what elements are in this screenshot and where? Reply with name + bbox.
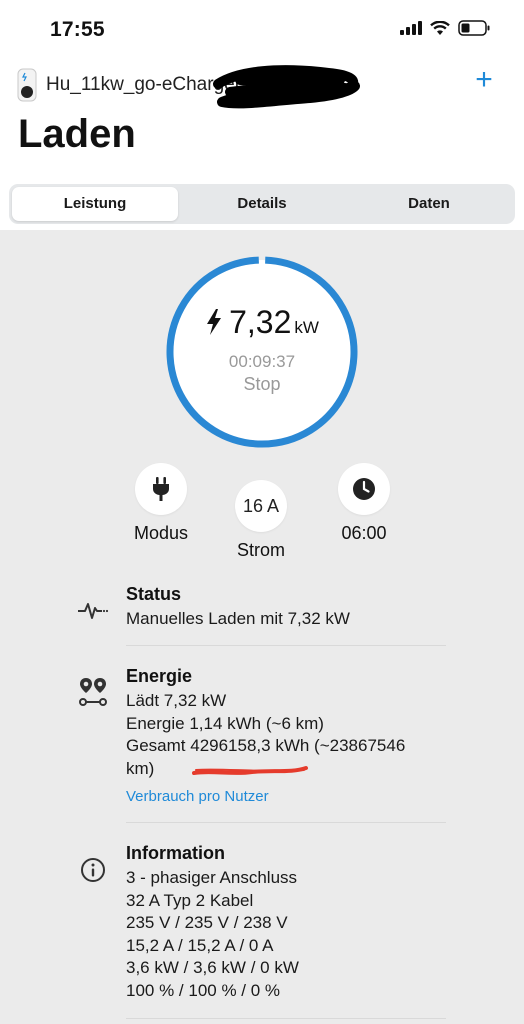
redaction-scribble (213, 65, 360, 109)
mode-label: Modus (133, 523, 189, 543)
tab-leistung[interactable]: Leistung (12, 187, 178, 221)
info-line-phases: 3 - phasiger Anschluss (126, 868, 298, 887)
elapsed-time: 00:09:37 (228, 352, 296, 371)
clock: 17:55 (50, 18, 105, 41)
info-line-power: 3,6 kW / 3,6 kW / 0 kW (126, 958, 299, 977)
current-label: Strom (236, 540, 285, 560)
current-control[interactable]: 16 A Strom (211, 480, 311, 561)
info-line-voltage: 235 V / 235 V / 238 V (126, 913, 288, 932)
info-line-cable: 32 A Typ 2 Kabel (126, 890, 254, 910)
header-area: 17:55 Hu_11kw_go-eCharger + Laden Leistu… (0, 0, 524, 230)
timer-button[interactable] (338, 463, 390, 515)
current-button[interactable]: 16 A (235, 480, 287, 532)
power-unit: kW (294, 318, 319, 337)
route-icon (79, 678, 107, 706)
add-device-button[interactable]: + (470, 65, 498, 95)
divider (126, 645, 446, 646)
status-heading: Status (126, 584, 182, 604)
status-bar: 17:55 (0, 0, 524, 58)
status-text: Manuelles Laden mit 7,32 kW (126, 609, 350, 628)
red-underline-mark (192, 766, 308, 775)
divider (126, 822, 446, 823)
current-value: 16 A (242, 495, 280, 516)
tab-bar: Leistung Details Daten (9, 184, 515, 224)
stop-button[interactable]: Stop (166, 374, 358, 395)
energy-line-session: Energie 1,14 kWh (~6 km) (126, 713, 324, 733)
page-title: Laden (18, 112, 136, 156)
tab-daten[interactable]: Daten (346, 187, 512, 221)
divider (126, 1018, 446, 1019)
mode-button[interactable] (135, 463, 187, 515)
info-icon (81, 858, 105, 882)
pulse-icon (78, 603, 109, 619)
clock-icon (353, 478, 375, 500)
tab-details[interactable]: Details (179, 187, 345, 221)
timer-control[interactable]: 06:00 (314, 463, 414, 544)
mode-control[interactable]: Modus (111, 463, 211, 544)
charger-device-icon (17, 68, 37, 102)
timer-label: 06:00 (341, 523, 387, 543)
consumption-per-user-link[interactable]: Verbrauch pro Nutzer (126, 788, 446, 805)
energy-line-charging: Lädt 7,32 kW (126, 691, 227, 710)
info-line-current: 15,2 A / 15,2 A / 0 A (126, 935, 274, 955)
energy-heading: Energie (126, 666, 193, 686)
lightning-icon (207, 309, 222, 335)
information-heading: Information (126, 843, 225, 863)
signal-icon (400, 21, 422, 35)
wifi-icon (430, 20, 450, 35)
info-line-percent: 100 % / 100 % / 0 % (126, 980, 281, 1000)
plug-icon (153, 477, 169, 501)
battery-icon (458, 20, 490, 36)
energy-line-total: Gesamt 4296158,3 kWh (~23867546 (126, 736, 406, 755)
power-value: 7,32 (229, 304, 292, 340)
power-readout: 7,32 kW (166, 304, 358, 341)
power-gauge[interactable]: 7,32 kW 00:09:37 Stop (166, 256, 358, 448)
